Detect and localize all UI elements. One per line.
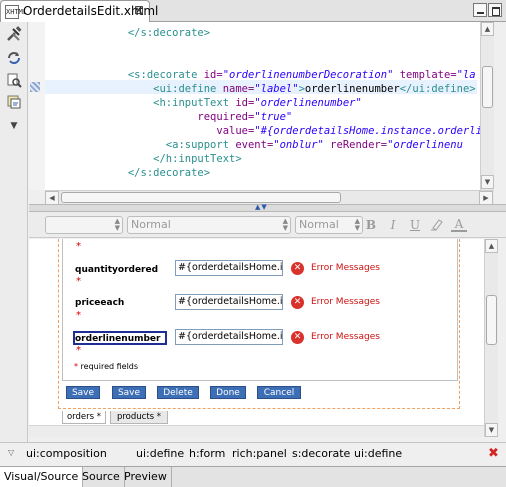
- scroll-left-icon[interactable]: ◀: [45, 191, 59, 205]
- close-icon[interactable]: ✖: [488, 446, 499, 461]
- tab-products[interactable]: products *: [110, 411, 168, 424]
- find-replace-icon[interactable]: [4, 72, 24, 92]
- required-fields-note: * required fields: [74, 362, 139, 371]
- code-line[interactable]: <ui:define name="label">orderlinenumber<…: [52, 82, 482, 96]
- error-message: Error Messages: [311, 263, 380, 273]
- quantityordered-input[interactable]: #{orderdetailsHome.instan: [175, 260, 283, 276]
- required-marker: *: [76, 276, 81, 287]
- code-line[interactable]: </h:inputText>: [52, 152, 482, 166]
- field-label: quantityordered: [75, 265, 159, 275]
- breadcrumb-item[interactable]: s:decorate: [292, 447, 350, 460]
- tab-orders[interactable]: orders *: [62, 411, 106, 424]
- cancel-button[interactable]: Cancel: [257, 386, 301, 399]
- editor-tab[interactable]: XHTML OrderdetailsEdit.xhtml ⊠: [0, 0, 158, 22]
- editor-tab-bar: XHTML OrderdetailsEdit.xhtml ⊠: [0, 0, 506, 22]
- visual-vertical-scrollbar[interactable]: ▲ ▼: [484, 239, 498, 437]
- scroll-up-icon[interactable]: ▲: [481, 22, 494, 36]
- breadcrumb-item[interactable]: ui:define: [136, 447, 184, 460]
- close-tab-icon[interactable]: ⊠: [134, 3, 144, 17]
- save-button[interactable]: Save: [66, 386, 100, 399]
- visual-horizontal-scrollbar[interactable]: [29, 425, 484, 437]
- required-marker: *: [76, 241, 81, 252]
- error-icon: ✕: [291, 262, 304, 275]
- breadcrumb-item[interactable]: ui:define: [354, 447, 402, 460]
- editor-mode-tabs: Visual/Source Source Preview: [0, 466, 506, 487]
- dropdown-arrow-icon[interactable]: ▼: [4, 116, 24, 136]
- tab-visual-source[interactable]: Visual/Source: [0, 467, 84, 487]
- scroll-thumb[interactable]: [482, 66, 493, 108]
- error-message: Error Messages: [311, 297, 380, 307]
- italic-button[interactable]: I: [385, 217, 401, 233]
- paragraph-style-select[interactable]: Normal ▲ ▼: [127, 216, 291, 234]
- font-family-select[interactable]: ▲ ▼: [45, 216, 123, 234]
- code-line[interactable]: <s:decorate id="orderlinenumberDecoratio…: [52, 68, 482, 82]
- window-controls: [472, 3, 502, 20]
- required-marker: *: [76, 345, 81, 356]
- code-line[interactable]: value="#{orderdetailsHome.instance.order…: [52, 124, 482, 138]
- pane-splitter[interactable]: ▲▼: [29, 203, 506, 212]
- minimize-icon[interactable]: [473, 3, 487, 17]
- spinner-icon: ▲ ▼: [114, 217, 120, 232]
- save-button[interactable]: Save: [112, 386, 146, 399]
- tab-preview[interactable]: Preview: [120, 467, 172, 487]
- highlight-button[interactable]: [429, 217, 445, 233]
- source-horizontal-scrollbar[interactable]: ◀ ▶: [45, 190, 494, 205]
- error-icon: ✕: [291, 331, 304, 344]
- tab-source[interactable]: Source: [78, 467, 125, 487]
- external-tag-icon[interactable]: [4, 94, 24, 114]
- done-button[interactable]: Done: [210, 386, 246, 399]
- format-toolbar: ▲ ▼ Normal ▲ ▼ Normal ▲ ▼ B I U A: [29, 212, 506, 238]
- orderlinenumber-input[interactable]: #{orderdetailsHome.instan: [175, 329, 283, 345]
- bold-button[interactable]: B: [363, 217, 379, 233]
- refresh-icon[interactable]: [4, 50, 24, 70]
- code-line[interactable]: <h:inputText id="orderlinenumber": [52, 96, 482, 110]
- code-line[interactable]: </s:decorate>: [52, 26, 482, 40]
- chevron-down-icon[interactable]: ▽: [8, 448, 14, 457]
- source-gutter: [29, 22, 45, 190]
- xhtml-file-icon: XHTML: [5, 5, 27, 19]
- scroll-up-icon[interactable]: ▲: [485, 239, 498, 253]
- error-icon: ✕: [291, 296, 304, 309]
- breadcrumb-item[interactable]: rich:panel: [232, 447, 287, 460]
- underline-button[interactable]: U: [407, 217, 423, 233]
- tag-breadcrumb-bar: ▽ ui:composition ui:define h:form rich:p…: [0, 442, 506, 466]
- error-message: Error Messages: [311, 332, 380, 342]
- scroll-down-icon[interactable]: ▼: [485, 423, 498, 437]
- spinner-icon: ▲ ▼: [354, 217, 360, 232]
- field-label[interactable]: orderlinenumber: [75, 334, 160, 344]
- maximize-icon[interactable]: [488, 3, 502, 17]
- delete-button[interactable]: Delete: [157, 386, 199, 399]
- code-line[interactable]: </s:decorate>: [52, 166, 482, 180]
- priceeach-input[interactable]: #{orderdetailsHome.instan: [175, 294, 283, 310]
- change-marker: [30, 82, 40, 92]
- wrench-hammer-icon[interactable]: [4, 26, 24, 46]
- font-color-button[interactable]: A: [451, 217, 467, 232]
- field-label: priceeach: [75, 298, 125, 308]
- splitter-arrows-icon[interactable]: ▲▼: [255, 203, 268, 211]
- code-line[interactable]: required="true": [52, 110, 482, 124]
- scroll-thumb[interactable]: [486, 295, 497, 345]
- scroll-down-icon[interactable]: ▼: [481, 175, 494, 189]
- breadcrumb-item[interactable]: ui:composition: [26, 447, 107, 460]
- required-marker: *: [76, 310, 81, 321]
- font-size-select[interactable]: Normal ▲ ▼: [295, 216, 363, 234]
- spinner-icon: ▲ ▼: [282, 217, 288, 232]
- scroll-thumb[interactable]: [61, 192, 341, 203]
- breadcrumb-item[interactable]: h:form: [189, 447, 225, 460]
- scroll-right-icon[interactable]: ▶: [479, 191, 493, 205]
- code-line[interactable]: <a:support event="onblur" reRender="orde…: [52, 138, 482, 152]
- source-vertical-scrollbar[interactable]: ▲ ▼: [480, 22, 494, 190]
- left-toolbar: ▼: [0, 22, 28, 442]
